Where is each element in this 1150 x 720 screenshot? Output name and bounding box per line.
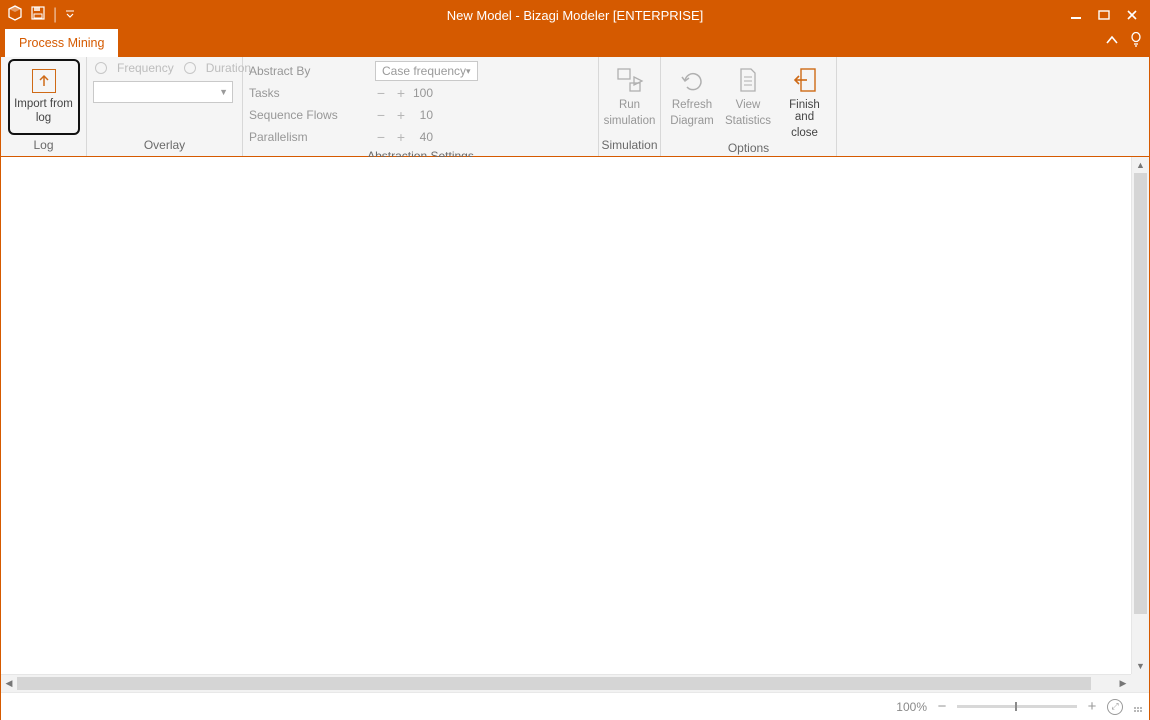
collapse-ribbon-icon[interactable]: [1105, 33, 1119, 52]
ribbon-group-log: Import from log Log: [1, 57, 87, 156]
app-icon: [7, 5, 23, 26]
ribbon-group-abstraction: Abstract By Case frequency ▾ Tasks − + 1…: [243, 57, 599, 156]
duration-radio[interactable]: [184, 62, 196, 74]
vertical-scrollbar[interactable]: ▲ ▼: [1131, 157, 1149, 674]
abstract-by-value: Case frequency: [382, 64, 466, 78]
ribbon-group-label-options: Options: [661, 139, 836, 157]
canvas-area: ▲ ▼ ◀ ▶: [1, 157, 1149, 692]
window-title: New Model - Bizagi Modeler [ENTERPRISE]: [447, 8, 703, 23]
tasks-label: Tasks: [249, 86, 375, 100]
zoom-level-label: 100%: [896, 700, 927, 714]
ribbon-group-overlay: Frequency Duration ▼ Overlay: [87, 57, 243, 156]
title-bar: | New Model - Bizagi Modeler [ENTERPRISE…: [1, 1, 1149, 29]
ribbon-group-options: Refresh Diagram View Statistics Finish a…: [661, 57, 837, 156]
ribbon-group-label-simulation: Simulation: [599, 136, 660, 156]
view-label-1: View: [736, 99, 761, 111]
ribbon-group-label-overlay: Overlay: [87, 136, 242, 156]
import-label-line1: Import from: [14, 97, 73, 111]
run-label-1: Run: [619, 99, 640, 111]
diagram-canvas[interactable]: [1, 157, 1131, 674]
status-bar: 100% − + ⤢: [1, 692, 1149, 720]
abstract-by-combo[interactable]: Case frequency ▾: [375, 61, 478, 81]
parallelism-label: Parallelism: [249, 130, 375, 144]
ribbon-group-label-log: Log: [1, 136, 86, 156]
scroll-up-arrow[interactable]: ▲: [1132, 157, 1149, 173]
overlay-combo[interactable]: ▼: [93, 81, 233, 103]
scroll-down-arrow[interactable]: ▼: [1132, 658, 1149, 674]
refresh-icon: [679, 65, 705, 95]
help-icon[interactable]: [1129, 32, 1143, 53]
horizontal-scroll-thumb[interactable]: [17, 677, 1091, 690]
ribbon-tabstrip: Process Mining: [1, 29, 1149, 57]
sequence-plus[interactable]: +: [395, 108, 407, 122]
back-arrow-icon: [793, 65, 817, 95]
chevron-down-icon: ▾: [466, 66, 471, 77]
import-label-line2: log: [36, 111, 51, 125]
parallelism-minus[interactable]: −: [375, 130, 387, 144]
zoom-out-button[interactable]: −: [935, 698, 949, 715]
horizontal-scrollbar[interactable]: ◀ ▶: [1, 674, 1131, 692]
zoom-slider[interactable]: [957, 705, 1077, 708]
import-from-log-button[interactable]: Import from log: [8, 59, 80, 135]
close-button[interactable]: [1119, 4, 1145, 26]
frequency-radio[interactable]: [95, 62, 107, 74]
abstract-by-label: Abstract By: [249, 64, 375, 78]
finish-label-2: close: [791, 127, 818, 139]
finish-label-1: Finish and: [779, 99, 830, 123]
sequence-minus[interactable]: −: [375, 108, 387, 122]
refresh-label-1: Refresh: [672, 99, 712, 111]
sequence-value: 10: [407, 108, 433, 122]
maximize-button[interactable]: [1091, 4, 1117, 26]
ribbon-group-simulation: Run simulation Simulation: [599, 57, 661, 156]
parallelism-plus[interactable]: +: [395, 130, 407, 144]
scroll-left-arrow[interactable]: ◀: [1, 675, 17, 692]
sequence-flows-label: Sequence Flows: [249, 108, 375, 122]
scroll-right-arrow[interactable]: ▶: [1115, 675, 1131, 692]
frequency-radio-label: Frequency: [117, 61, 174, 75]
qat-separator: |: [53, 6, 57, 24]
finish-and-close-button[interactable]: Finish and close: [779, 61, 830, 139]
tab-process-mining[interactable]: Process Mining: [5, 29, 118, 57]
qat-customize-icon[interactable]: [65, 6, 75, 24]
resize-grip[interactable]: [1131, 701, 1143, 713]
chevron-down-icon: ▼: [219, 87, 228, 97]
run-simulation-button[interactable]: Run simulation: [605, 61, 655, 127]
zoom-in-button[interactable]: +: [1085, 698, 1099, 715]
minimize-button[interactable]: [1063, 4, 1089, 26]
play-icon: [616, 65, 644, 95]
view-statistics-button[interactable]: View Statistics: [723, 61, 773, 127]
ribbon: Import from log Log Frequency Duration ▼…: [1, 57, 1149, 157]
tasks-plus[interactable]: +: [395, 86, 407, 100]
parallelism-value: 40: [407, 130, 433, 144]
view-label-2: Statistics: [725, 115, 771, 127]
tasks-value: 100: [407, 86, 433, 100]
import-icon: [32, 69, 56, 93]
refresh-diagram-button[interactable]: Refresh Diagram: [667, 61, 717, 127]
refresh-label-2: Diagram: [670, 115, 713, 127]
qat-save-icon[interactable]: [31, 6, 45, 25]
fit-to-screen-button[interactable]: ⤢: [1107, 699, 1123, 715]
document-icon: [737, 65, 759, 95]
vertical-scroll-thumb[interactable]: [1134, 173, 1147, 614]
tasks-minus[interactable]: −: [375, 86, 387, 100]
run-label-2: simulation: [604, 115, 656, 127]
